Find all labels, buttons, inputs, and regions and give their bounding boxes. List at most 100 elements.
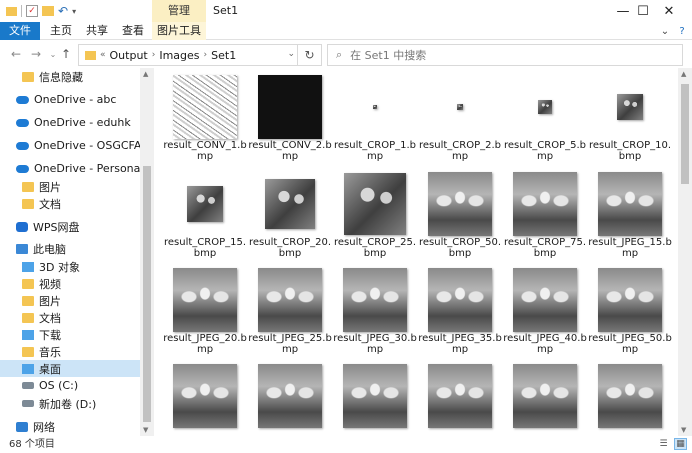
refresh-icon[interactable]: ↻ <box>297 45 321 65</box>
sidebar-item[interactable]: 新加卷 (D:) <box>0 395 140 412</box>
sidebar-item[interactable]: 图片 <box>0 178 140 195</box>
image-thumbnail <box>598 172 662 236</box>
details-view-icon[interactable]: ☰ <box>657 438 670 450</box>
file-item[interactable]: result_CROP_25.bmp <box>334 171 416 259</box>
new-folder-icon[interactable] <box>42 6 54 16</box>
expand-ribbon-chevron-icon[interactable]: ⌄ <box>658 24 672 38</box>
breadcrumb-item-set1[interactable]: Set1 <box>211 49 236 62</box>
content-scrollbar-thumb[interactable] <box>681 84 689 184</box>
sidebar-item-label: OS (C:) <box>39 379 79 392</box>
scroll-up-arrow-icon[interactable]: ▲ <box>681 70 686 78</box>
sidebar-item[interactable]: OneDrive - abc <box>0 91 140 108</box>
sidebar-item[interactable]: 3D 对象 <box>0 258 140 275</box>
file-item[interactable] <box>505 363 585 429</box>
thumbnail-frame <box>250 171 330 237</box>
file-item[interactable]: result_CROP_5.bmp <box>504 74 586 162</box>
close-button[interactable]: ✕ <box>646 0 692 22</box>
sidebar-item[interactable]: 此电脑 <box>0 240 140 257</box>
sidebar-item-label: 桌面 <box>39 362 61 376</box>
customize-toolbar-chevron-icon[interactable]: ▾ <box>72 7 76 16</box>
sidebar-item[interactable]: 文档 <box>0 195 140 212</box>
sidebar-scrollbar[interactable]: ▲ ▼ <box>140 68 154 436</box>
up-arrow-icon[interactable]: ↑ <box>58 46 74 62</box>
wps-cloud-icon <box>16 221 28 232</box>
file-item[interactable]: result_JPEG_25.bmp <box>248 267 332 355</box>
sidebar-item[interactable]: 下载 <box>0 326 140 343</box>
image-thumbnail <box>513 268 577 332</box>
image-thumbnail <box>513 364 577 428</box>
sidebar-item[interactable]: 桌面 <box>0 360 140 377</box>
breadcrumb-item-images[interactable]: Images <box>159 49 199 62</box>
drive-icon <box>22 400 34 407</box>
sidebar-item-label: OneDrive - OSGCFA <box>34 139 142 152</box>
file-item[interactable]: result_CROP_10.bmp <box>589 74 671 162</box>
file-item[interactable]: result_JPEG_15.bmp <box>588 171 672 259</box>
breadcrumb-separator-icon[interactable]: › <box>204 50 208 60</box>
sidebar-item[interactable]: OneDrive - OSGCFA <box>0 137 142 154</box>
file-item[interactable]: result_JPEG_35.bmp <box>418 267 502 355</box>
sidebar-item-label: 此电脑 <box>33 242 66 256</box>
tab-home[interactable]: 主页 <box>46 22 76 40</box>
onedrive-icon <box>16 95 29 104</box>
scroll-down-arrow-icon[interactable]: ▼ <box>681 426 686 434</box>
image-thumbnail <box>373 105 377 109</box>
image-thumbnail <box>538 100 552 114</box>
folder-icon <box>22 181 34 192</box>
image-thumbnail <box>173 75 237 139</box>
scroll-down-arrow-icon[interactable]: ▼ <box>143 426 148 434</box>
file-item[interactable]: result_CROP_20.bmp <box>249 171 331 259</box>
address-dropdown-chevron-icon[interactable]: ⌄ <box>287 49 295 59</box>
forward-arrow-icon[interactable]: → <box>28 46 44 62</box>
folder-icon <box>22 71 34 82</box>
thumbnail-frame <box>335 171 415 237</box>
undo-icon[interactable]: ↶ <box>58 4 68 18</box>
back-arrow-icon[interactable]: ← <box>8 46 24 62</box>
sidebar-item-label: 新加卷 (D:) <box>39 397 97 411</box>
breadcrumb-separator-icon[interactable]: › <box>152 50 156 60</box>
breadcrumb-item-output[interactable]: Output <box>110 49 148 62</box>
content-scrollbar[interactable]: ▲ ▼ <box>678 68 692 436</box>
file-item[interactable]: result_CROP_1.bmp <box>334 74 416 162</box>
file-item[interactable]: result_JPEG_20.bmp <box>163 267 247 355</box>
sidebar-item[interactable]: OneDrive - eduhk <box>0 114 140 131</box>
file-item[interactable]: result_JPEG_40.bmp <box>503 267 587 355</box>
sidebar-item[interactable]: 信息隐藏 <box>0 68 140 85</box>
file-item[interactable]: result_CROP_75.bmp <box>504 171 586 259</box>
help-icon[interactable]: ? <box>675 24 689 38</box>
file-item[interactable]: result_CROP_2.bmp <box>419 74 501 162</box>
file-item[interactable]: result_JPEG_50.bmp <box>588 267 672 355</box>
scroll-up-arrow-icon[interactable]: ▲ <box>143 70 148 78</box>
breadcrumb-overflow-icon[interactable]: « <box>100 50 106 60</box>
file-item[interactable] <box>335 363 415 429</box>
tab-view[interactable]: 查看 <box>118 22 148 40</box>
file-item[interactable]: result_JPEG_30.bmp <box>333 267 417 355</box>
thumbnail-frame <box>250 363 330 429</box>
address-bar[interactable]: « Output › Images › Set1 ⌄ ↻ <box>78 44 322 66</box>
manage-context-tab[interactable]: 管理 <box>152 0 206 22</box>
file-item[interactable]: result_CONV_2.bmp <box>248 74 332 162</box>
properties-check-icon[interactable]: ✓ <box>26 5 38 17</box>
sidebar-item[interactable]: OneDrive - Personal <box>0 160 143 177</box>
sidebar-item[interactable]: 文档 <box>0 309 140 326</box>
tab-share[interactable]: 共享 <box>82 22 112 40</box>
sidebar-scrollbar-thumb[interactable] <box>143 166 151 422</box>
videos-icon <box>22 278 34 289</box>
sidebar-item[interactable]: 网络 <box>0 418 140 435</box>
file-item[interactable]: result_CROP_50.bmp <box>419 171 501 259</box>
large-icons-view-icon[interactable]: ▦ <box>674 438 687 450</box>
file-item[interactable] <box>165 363 245 429</box>
sidebar-item[interactable]: OS (C:) <box>0 377 140 394</box>
file-item[interactable] <box>420 363 500 429</box>
tab-file[interactable]: 文件 <box>0 22 40 40</box>
drive-icon <box>22 382 34 389</box>
file-item[interactable]: result_CONV_1.bmp <box>163 74 247 162</box>
sidebar-item[interactable]: WPS网盘 <box>0 218 140 235</box>
file-item[interactable]: result_CROP_15.bmp <box>164 171 246 259</box>
tab-picture-tools[interactable]: 图片工具 <box>152 22 206 40</box>
search-input[interactable]: ⌕ 在 Set1 中搜索 <box>327 44 683 66</box>
sidebar-item[interactable]: 视频 <box>0 275 140 292</box>
sidebar-item[interactable]: 图片 <box>0 292 140 309</box>
file-item[interactable] <box>590 363 670 429</box>
file-item[interactable] <box>250 363 330 429</box>
sidebar-item[interactable]: 音乐 <box>0 343 140 360</box>
